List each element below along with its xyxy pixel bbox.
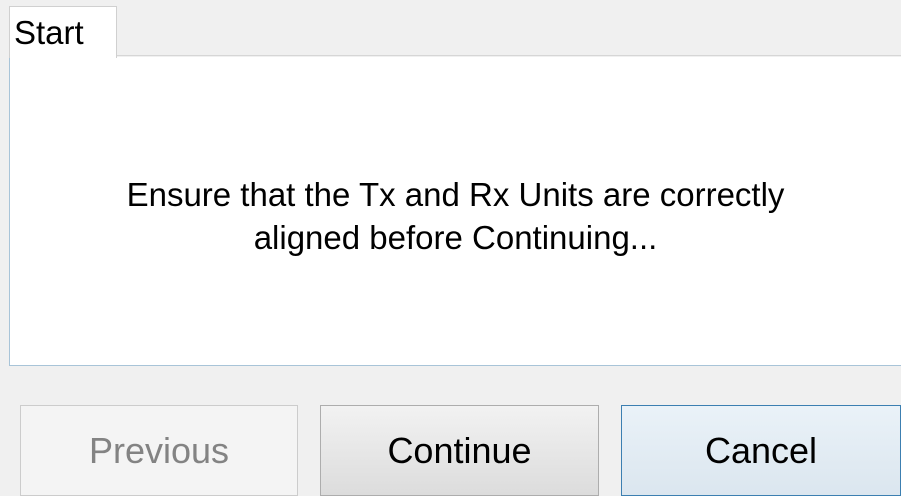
alignment-message: Ensure that the Tx and Rx Units are corr… xyxy=(10,173,901,259)
tab-start[interactable]: Start xyxy=(9,6,117,58)
previous-button[interactable]: Previous xyxy=(20,405,298,496)
cancel-button[interactable]: Cancel xyxy=(621,405,901,496)
continue-button[interactable]: Continue xyxy=(320,405,599,496)
tab-strip-divider xyxy=(117,55,901,56)
tab-strip: Start xyxy=(0,0,901,58)
tab-start-label: Start xyxy=(14,14,84,51)
message-line-2: aligned before Continuing... xyxy=(253,219,658,256)
message-line-1: Ensure that the Tx and Rx Units are corr… xyxy=(126,176,785,213)
tab-content-panel: Ensure that the Tx and Rx Units are corr… xyxy=(9,57,901,366)
